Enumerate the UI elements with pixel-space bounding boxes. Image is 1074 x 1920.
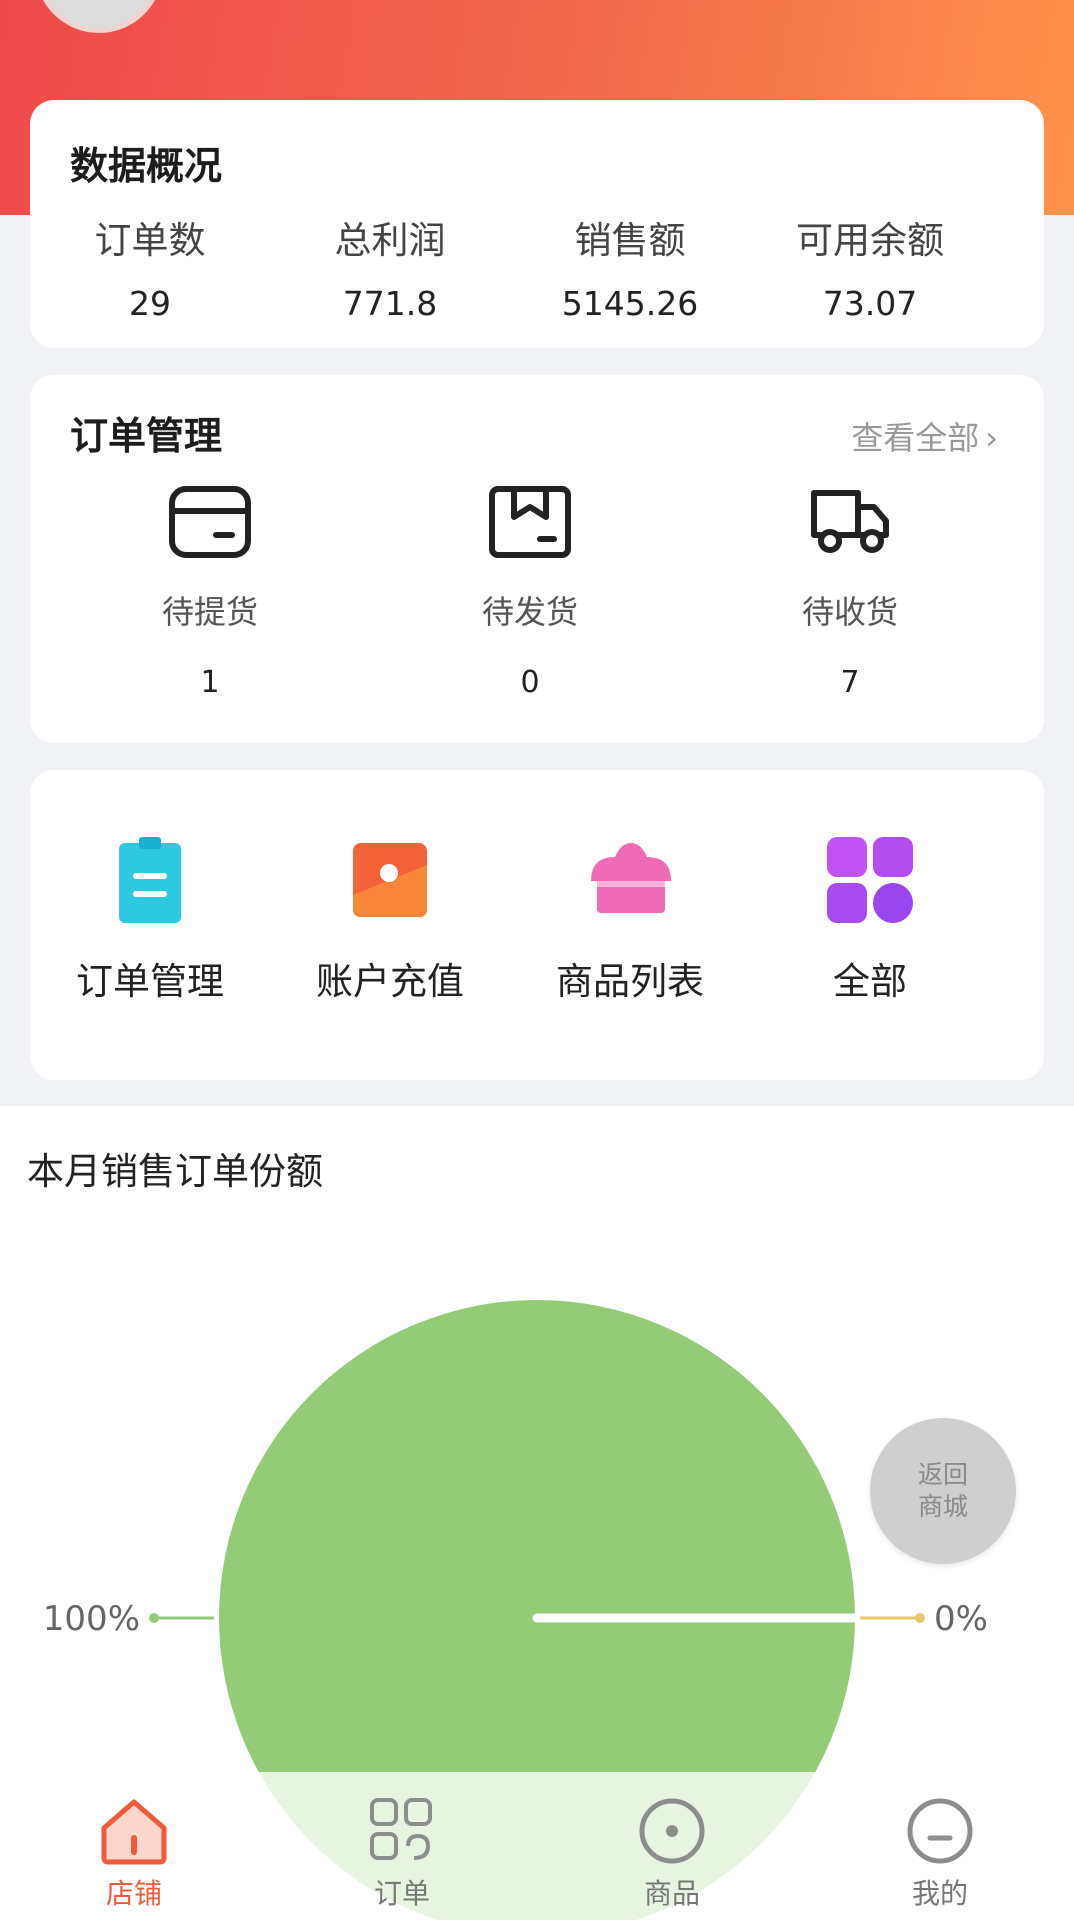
menu-account-recharge[interactable]: 账户充值 <box>270 835 510 1005</box>
tab-store[interactable]: 店铺 <box>64 1796 204 1912</box>
menu-product-list[interactable]: 商品列表 <box>510 835 750 1005</box>
order-status-pending-shipment[interactable]: 待发货 0 <box>430 485 630 700</box>
order-status-label: 待发货 <box>481 593 578 631</box>
menu-label: 商品列表 <box>556 960 704 1003</box>
return-line1: 返回 <box>917 1460 968 1489</box>
recharge-icon <box>345 835 435 925</box>
stat-value: 73.07 <box>822 284 918 323</box>
grid-icon <box>825 835 915 925</box>
stats-title: 数据概况 <box>70 144 223 188</box>
chevron-right-icon: › <box>985 419 998 457</box>
stat-order-count[interactable]: 订单数 29 <box>30 210 270 323</box>
stat-label: 总利润 <box>334 219 446 262</box>
order-status-label: 待提货 <box>161 593 258 631</box>
order-status-count: 1 <box>200 665 220 700</box>
slice-label-0: 0% <box>934 1599 988 1639</box>
goods-icon <box>639 1798 705 1864</box>
order-status-count: 0 <box>520 665 540 700</box>
orders-title: 订单管理 <box>70 414 223 458</box>
stat-value: 771.8 <box>342 284 438 323</box>
label-right: 0% <box>860 1599 988 1639</box>
quick-menu-card: 订单管理 账户充值 商品列表 全部 <box>30 770 1044 1080</box>
stats-card: 数据概况 订单数 29 总利润 771.8 销售额 5145.26 可用余额 7… <box>30 100 1044 348</box>
avatar[interactable] <box>35 0 163 33</box>
menu-label: 账户充值 <box>316 960 464 1003</box>
stat-value: 5145.26 <box>561 284 699 323</box>
stat-label: 销售额 <box>574 219 686 262</box>
stat-label: 可用余额 <box>796 219 944 262</box>
clipboard-icon <box>105 835 195 925</box>
cupcake-icon <box>585 835 675 925</box>
menu-order-management[interactable]: 订单管理 <box>30 835 270 1005</box>
tab-label: 店铺 <box>105 1877 162 1910</box>
wallet-icon <box>169 486 251 558</box>
menu-label: 全部 <box>833 960 907 1003</box>
stat-label: 订单数 <box>94 219 206 262</box>
tab-goods[interactable]: 商品 <box>602 1796 742 1912</box>
label-left: 100% <box>43 1599 214 1639</box>
orders-grid-icon <box>370 1798 432 1860</box>
truck-icon <box>811 490 889 553</box>
tab-orders[interactable]: 订单 <box>332 1796 472 1912</box>
order-status-label: 待收货 <box>801 593 898 631</box>
order-status-pending-pickup[interactable]: 待提货 1 <box>110 485 310 700</box>
profile-icon <box>907 1798 973 1864</box>
order-management-card: 订单管理 查看全部 › 待提货 1 待发货 0 待收货 7 <box>30 375 1044 743</box>
stat-balance[interactable]: 可用余额 73.07 <box>750 210 990 323</box>
order-status-count: 7 <box>840 665 860 700</box>
store-icon <box>101 1799 167 1865</box>
menu-label: 订单管理 <box>76 960 224 1003</box>
return-to-mall-button[interactable]: 返回 商城 <box>870 1418 1016 1564</box>
tab-label: 商品 <box>643 1877 700 1910</box>
slice-label-100: 100% <box>43 1599 140 1639</box>
box-icon <box>489 486 571 558</box>
order-status-pending-receipt[interactable]: 待收货 7 <box>750 485 950 700</box>
tab-profile[interactable]: 我的 <box>870 1796 1010 1912</box>
return-line2: 商城 <box>917 1492 968 1521</box>
view-all-link[interactable]: 查看全部 › <box>851 413 998 459</box>
tab-label: 我的 <box>911 1877 968 1910</box>
menu-all[interactable]: 全部 <box>750 835 990 1005</box>
view-all-label: 查看全部 <box>851 419 980 457</box>
bottom-tab-bar: 店铺 订单 商品 我的 <box>0 1772 1074 1920</box>
stat-sales[interactable]: 销售额 5145.26 <box>510 210 750 323</box>
stat-total-profit[interactable]: 总利润 771.8 <box>270 210 510 323</box>
tab-label: 订单 <box>373 1877 430 1910</box>
stat-value: 29 <box>129 284 171 323</box>
